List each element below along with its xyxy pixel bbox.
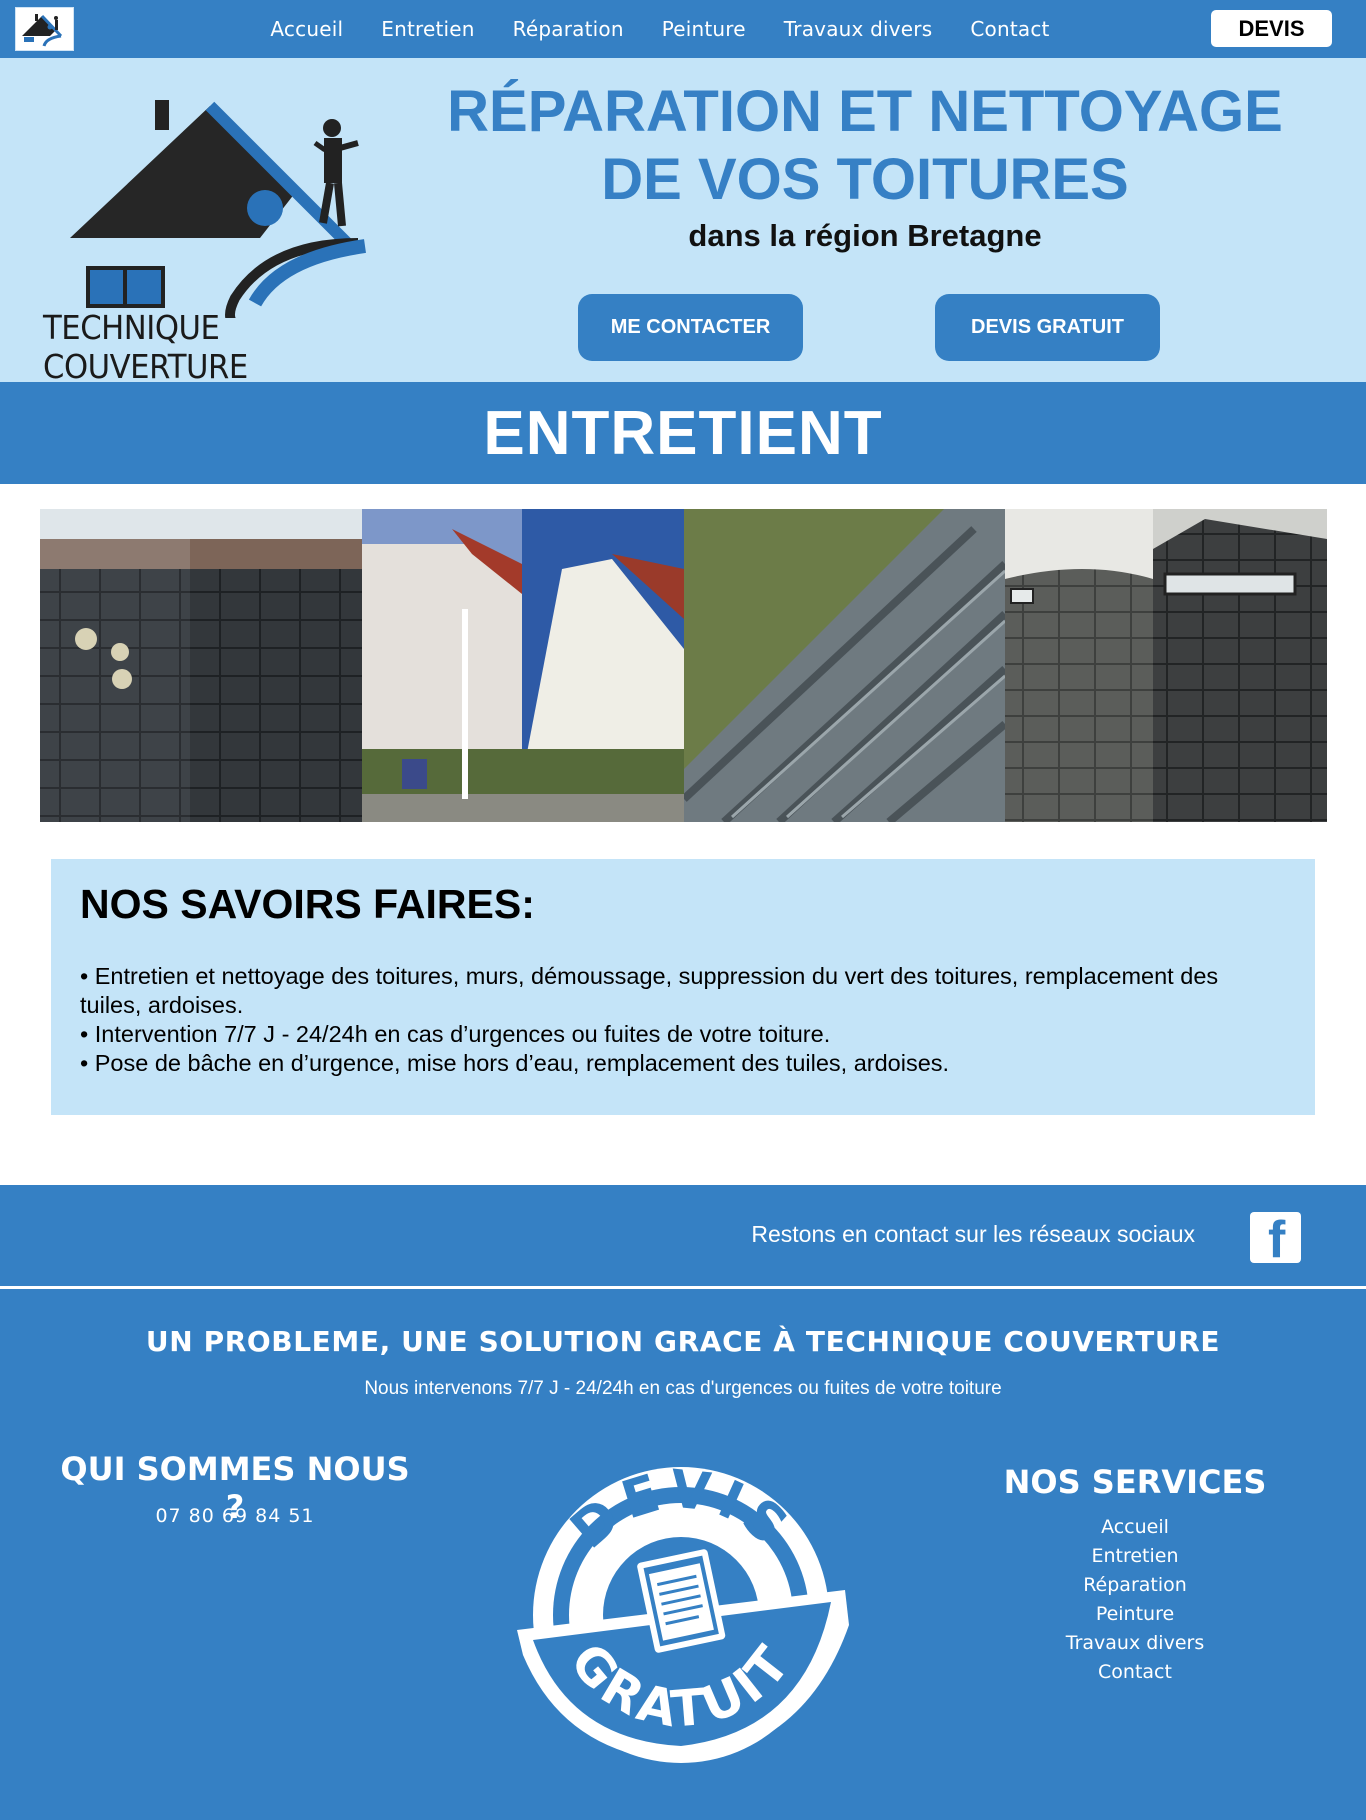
hero-title-line1: RÉPARATION ET NETTOYAGE	[447, 79, 1283, 144]
service-link-contact[interactable]: Contact	[990, 1658, 1280, 1687]
service-link-accueil[interactable]: Accueil	[990, 1513, 1280, 1542]
nos-services-title: NOS SERVICES	[1003, 1463, 1267, 1501]
nav-link-entretien[interactable]: Entretien	[381, 17, 474, 41]
nav-link-contact[interactable]: Contact	[970, 17, 1049, 41]
savoir-faire-box: NOS SAVOIRS FAIRES: • Entretien et netto…	[51, 859, 1315, 1115]
services-list: Accueil Entretien Réparation Peinture Tr…	[990, 1513, 1280, 1687]
social-bar: Restons en contact sur les réseaux socia…	[0, 1185, 1366, 1289]
nav-link-travaux-divers[interactable]: Travaux divers	[784, 17, 933, 41]
footer-subline: Nous intervenons 7/7 J - 24/24h en cas d…	[364, 1378, 1002, 1399]
hero-subtitle: dans la région Bretagne	[688, 218, 1042, 253]
facebook-icon[interactable]: f	[1250, 1212, 1301, 1266]
nav-link-accueil[interactable]: Accueil	[270, 17, 343, 41]
social-text: Restons en contact sur les réseaux socia…	[751, 1221, 1195, 1247]
wall-cleaning-before-after-image	[362, 509, 684, 822]
service-link-entretien[interactable]: Entretien	[990, 1542, 1280, 1571]
logo-text: TECHNIQUE COUVERTURE	[43, 308, 248, 386]
slate-roof-cleaning-image	[1005, 509, 1327, 822]
savoir-title: NOS SAVOIRS FAIRES:	[80, 881, 535, 927]
nav-link-peinture[interactable]: Peinture	[662, 17, 746, 41]
section-title: ENTRETIENT	[483, 398, 883, 468]
footer: Restons en contact sur les réseaux socia…	[0, 1185, 1366, 1820]
devis-button[interactable]: DEVIS	[1211, 10, 1332, 47]
phone-number[interactable]: 07 80 69 84 51	[50, 1505, 420, 1527]
savoir-line-bache: • Pose de bâche en d’urgence, mise hors …	[80, 1050, 950, 1076]
technique-couverture-logo-icon	[40, 88, 420, 333]
service-link-peinture[interactable]: Peinture	[990, 1600, 1280, 1629]
slate-roof-before-after-image	[40, 509, 362, 822]
savoir-line-entretien: • Entretien et nettoyage des toitures, m…	[80, 963, 1219, 1018]
hero-section: TECHNIQUE COUVERTURE RÉPARATION ET NETTO…	[0, 58, 1366, 386]
nav-link-reparation[interactable]: Réparation	[513, 17, 624, 41]
devis-gratuit-button[interactable]: DEVIS GRATUIT	[935, 294, 1160, 361]
service-link-reparation[interactable]: Réparation	[990, 1571, 1280, 1600]
footer-headline: UN PROBLEME, UNE SOLUTION GRACE À TECHNI…	[145, 1325, 1221, 1358]
photo-gallery	[40, 509, 1327, 822]
savoir-line-intervention: • Intervention 7/7 J - 24/24h en cas d’u…	[80, 1021, 831, 1047]
section-banner: ENTRETIENT	[0, 382, 1366, 484]
top-navbar: Accueil Entretien Réparation Peinture Tr…	[0, 0, 1366, 58]
contact-button[interactable]: ME CONTACTER	[578, 294, 803, 361]
hero-title-line2: DE VOS TOITURES	[601, 147, 1129, 212]
nav-menu: Accueil Entretien Réparation Peinture Tr…	[0, 0, 1366, 58]
moss-tile-roof-image	[684, 509, 1005, 822]
devis-gratuit-stamp-icon[interactable]: DEVIS GRATUIT	[505, 1450, 857, 1770]
service-link-travaux-divers[interactable]: Travaux divers	[990, 1629, 1280, 1658]
hero-title: RÉPARATION ET NETTOYAGE DE VOS TOITURES	[400, 78, 1330, 214]
